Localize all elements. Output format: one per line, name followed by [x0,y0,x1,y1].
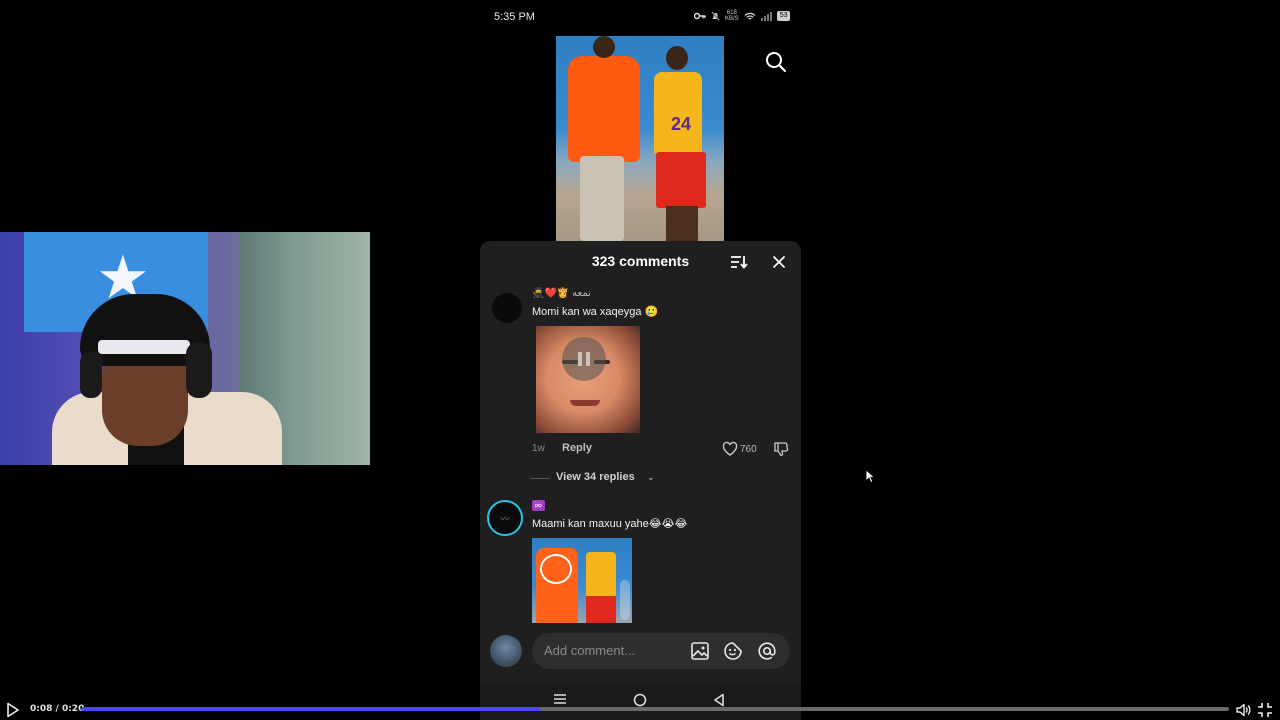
avatar[interactable] [492,293,522,323]
side-controls [620,580,630,620]
comment-input[interactable]: Add comment... [532,633,790,669]
status-time: 5:35 PM [494,11,535,23]
volume-icon[interactable] [1235,702,1251,718]
person-legs [666,206,698,241]
mute-bell-icon [711,11,720,21]
progress-bar[interactable] [81,707,1229,711]
headset-right [186,342,212,398]
sort-icon[interactable] [730,254,748,270]
heart-icon[interactable] [722,441,738,457]
mouse-cursor-icon [865,469,875,483]
pause-bar [586,352,590,366]
close-icon[interactable] [772,255,786,269]
avatar-glyph: 〰 [500,514,510,524]
person-jersey [654,72,702,154]
my-avatar[interactable] [490,635,522,667]
key-icon [694,12,706,20]
divider [530,478,550,479]
person-shorts [656,152,706,208]
pause-bar [578,352,582,366]
comment-text: Maami kan maxuu yahe😂😭😂 [532,518,688,530]
pause-icon[interactable] [562,337,606,381]
battery-indicator: 53 [776,11,791,21]
person-orange-shirt [568,56,640,162]
comments-title: 323 comments [591,253,690,269]
progress-fill [81,707,541,711]
avatar[interactable]: 〰 [487,500,523,536]
comments-sheet: 323 comments 🥷❤️👸 نمعه Momi kan wa xaqey… [480,241,801,720]
view-replies-button[interactable]: View 34 replies [556,471,635,483]
person-head [593,36,615,58]
chevron-down-icon[interactable]: ⌄ [647,472,655,483]
video-thumbnail[interactable]: 24 [556,36,724,241]
at-icon[interactable] [757,641,777,661]
webcam-overlay: ★ [0,232,370,465]
comment-image[interactable] [532,538,632,624]
signal-icon [760,11,772,21]
person-head [666,46,688,70]
comment-input-bar: Add comment... [480,623,801,681]
time-label: 0:08 / 0:20 [30,704,85,714]
username-badge[interactable]: ♾️ [532,500,545,511]
mouth [570,400,600,406]
jersey-number: 24 [671,114,692,134]
play-icon[interactable] [6,702,20,718]
reply-button[interactable]: Reply [562,442,592,454]
search-icon[interactable] [764,50,788,74]
sticker-icon[interactable] [723,641,743,661]
headset-left [80,352,102,398]
like-count: 760 [740,444,757,455]
thumbs-down-icon[interactable] [773,441,789,457]
network-speed: 618 KB/S [725,10,739,22]
back-icon[interactable] [713,693,725,707]
comment-age: 1w [532,443,545,454]
comment-input-placeholder[interactable]: Add comment... [544,643,635,658]
home-icon[interactable] [633,693,647,707]
comment-username[interactable]: 🥷❤️👸 نمعه [532,288,591,299]
wifi-icon [744,12,756,19]
drawn-face [540,554,572,584]
image-icon[interactable] [690,641,710,661]
exit-fullscreen-icon[interactable] [1257,702,1273,718]
person-legs [580,156,624,241]
comment-text: Momi kan wa xaqeyga 🥲 [532,306,659,318]
android-nav-bar [480,685,801,720]
person-shorts [586,596,616,624]
status-icons: 618 KB/S 53 [694,10,791,22]
menu-icon[interactable] [553,693,567,705]
headband [98,340,190,354]
person-jersey [586,552,616,598]
